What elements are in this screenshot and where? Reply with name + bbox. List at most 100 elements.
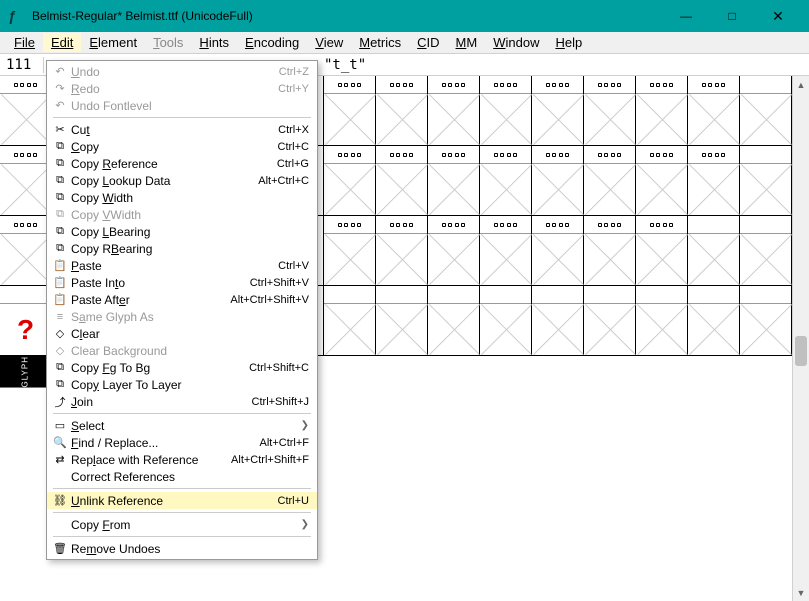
window-title: Belmist-Regular* Belmist.ttf (UnicodeFul… (32, 9, 663, 23)
menu-item-correct-references[interactable]: Correct References (47, 468, 317, 485)
menu-shortcut: Alt+Ctrl+Shift+V (230, 294, 309, 306)
menu-item-label: Clear (69, 327, 309, 341)
menu-mm[interactable]: MM (448, 33, 486, 52)
menu-item-label: Copy LBearing (69, 225, 309, 239)
menu-item-label: Remove Undoes (69, 542, 309, 556)
menu-item-label: Copy Layer To Layer (69, 378, 309, 392)
menu-item-copy-lookup-data[interactable]: ⧉Copy Lookup DataAlt+Ctrl+C (47, 172, 317, 189)
menu-item-label: Same Glyph As (69, 310, 309, 324)
copy-icon: ⧉ (51, 140, 69, 154)
edit-menu-dropdown: ↶UndoCtrl+Z↷RedoCtrl+Y ↶Undo Fontlevel ✂Cu… (46, 60, 318, 560)
menu-item-clear[interactable]: ◇Clear (47, 325, 317, 342)
menu-item-copy[interactable]: ⧉CopyCtrl+C (47, 138, 317, 155)
menu-item-replace-with-reference[interactable]: ⇄Replace with ReferenceAlt+Ctrl+Shift+F (47, 451, 317, 468)
menu-item-find-replace-[interactable]: 🔍Find / Replace...Alt+Ctrl+F (47, 434, 317, 451)
clear-icon: ◇ (51, 327, 69, 341)
menu-item-copy-layer-to-layer[interactable]: ⧉Copy Layer To Layer (47, 376, 317, 393)
paste-icon: 📋 (51, 293, 69, 307)
glyph-index: 111 (0, 57, 44, 73)
scroll-up-icon[interactable]: ▲ (793, 76, 809, 93)
menu-item-paste-into[interactable]: 📋Paste IntoCtrl+Shift+V (47, 274, 317, 291)
glyph-marker: GLYPH (0, 356, 51, 388)
glyph-name: "t_t" (320, 57, 366, 73)
remove-icon: 🗑 (51, 542, 69, 556)
menu-item-remove-undoes[interactable]: 🗑Remove Undoes (47, 540, 317, 557)
copy-icon: ⧉ (51, 361, 69, 375)
maximize-button[interactable]: □ (709, 0, 755, 32)
menu-shortcut: Ctrl+Y (278, 83, 309, 95)
menu-item-join[interactable]: ⤴JoinCtrl+Shift+J (47, 393, 317, 410)
menu-shortcut: Alt+Ctrl+C (258, 175, 309, 187)
menu-item-label: Copy Reference (69, 157, 277, 171)
copy-icon: ⧉ (51, 225, 69, 239)
menu-item-label: Join (69, 395, 252, 409)
menu-item-label: Paste (69, 259, 278, 273)
menu-item-same-glyph-as: ≡Same Glyph As (47, 308, 317, 325)
menu-shortcut: Alt+Ctrl+F (259, 437, 309, 449)
menu-item-copy-lbearing[interactable]: ⧉Copy LBearing (47, 223, 317, 240)
submenu-arrow-icon: ❯ (301, 519, 309, 530)
menu-shortcut: Ctrl+V (278, 260, 309, 272)
scroll-down-icon[interactable]: ▼ (793, 584, 809, 601)
vertical-scrollbar[interactable]: ▲ ▼ (792, 76, 809, 601)
minimize-button[interactable]: — (663, 0, 709, 32)
menu-item-label: Find / Replace... (69, 436, 259, 450)
menu-item-label: Undo Fontlevel (69, 99, 309, 113)
undo-icon: ↶ (51, 99, 69, 113)
menu-help[interactable]: Help (547, 33, 590, 52)
clear-icon: ◇ (51, 344, 69, 358)
menu-item-paste-after[interactable]: 📋Paste AfterAlt+Ctrl+Shift+V (47, 291, 317, 308)
menu-item-unlink-reference[interactable]: ⛓Unlink ReferenceCtrl+U (47, 492, 317, 509)
menu-file[interactable]: File (6, 33, 43, 52)
menu-view[interactable]: View (307, 33, 351, 52)
menu-edit[interactable]: Edit (43, 33, 81, 52)
menu-shortcut: Ctrl+C (278, 141, 309, 153)
menu-item-copy-fg-to-bg[interactable]: ⧉Copy Fg To BgCtrl+Shift+C (47, 359, 317, 376)
join-icon: ⤴ (51, 395, 69, 409)
close-button[interactable]: ✕ (755, 0, 801, 32)
menu-item-label: Replace with Reference (69, 453, 231, 467)
menu-item-label: Cut (69, 123, 278, 137)
menu-item-select[interactable]: ▭Select❯ (47, 417, 317, 434)
menu-item-label: Select (69, 419, 301, 433)
menu-tools[interactable]: Tools (145, 33, 191, 52)
menu-item-label: Paste After (69, 293, 230, 307)
scroll-thumb[interactable] (795, 336, 807, 366)
copy-icon: ⧉ (51, 242, 69, 256)
menu-cid[interactable]: CID (409, 33, 447, 52)
menu-item-label: Copy Fg To Bg (69, 361, 249, 375)
copy-icon: ⧉ (51, 378, 69, 392)
menu-item-copy-reference[interactable]: ⧉Copy ReferenceCtrl+G (47, 155, 317, 172)
window-controls: — □ ✕ (663, 0, 801, 32)
menu-item-copy-from[interactable]: Copy From❯ (47, 516, 317, 533)
menu-item-label: Copy RBearing (69, 242, 309, 256)
menu-item-redo: ↷RedoCtrl+Y (47, 80, 317, 97)
menu-item-paste[interactable]: 📋PasteCtrl+V (47, 257, 317, 274)
menu-encoding[interactable]: Encoding (237, 33, 307, 52)
copy-icon: ⧉ (51, 191, 69, 205)
menu-item-label: Copy Lookup Data (69, 174, 258, 188)
menu-item-cut[interactable]: ✂CutCtrl+X (47, 121, 317, 138)
app-icon: ƒ (8, 8, 24, 24)
paste-icon: 📋 (51, 259, 69, 273)
menu-shortcut: Ctrl+Shift+J (252, 396, 309, 408)
menu-hints[interactable]: Hints (191, 33, 237, 52)
copy-icon: ⧉ (51, 208, 69, 222)
menu-item-copy-rbearing[interactable]: ⧉Copy RBearing (47, 240, 317, 257)
menu-item-label: Redo (69, 82, 278, 96)
paste-icon: 📋 (51, 276, 69, 290)
select-icon: ▭ (51, 419, 69, 433)
menu-item-label: Undo (69, 65, 279, 79)
menu-item-label: Copy Width (69, 191, 309, 205)
menu-shortcut: Ctrl+Z (279, 66, 309, 78)
menu-metrics[interactable]: Metrics (351, 33, 409, 52)
menu-item-copy-width[interactable]: ⧉Copy Width (47, 189, 317, 206)
copy-icon: ⧉ (51, 157, 69, 171)
menu-item-label: Clear Background (69, 344, 309, 358)
menu-shortcut: Ctrl+X (278, 124, 309, 136)
menu-element[interactable]: Element (81, 33, 145, 52)
menu-item-label: Correct References (69, 470, 309, 484)
menu-window[interactable]: Window (485, 33, 547, 52)
menu-item-undo: ↶UndoCtrl+Z (47, 63, 317, 80)
menu-item-label: Paste Into (69, 276, 250, 290)
